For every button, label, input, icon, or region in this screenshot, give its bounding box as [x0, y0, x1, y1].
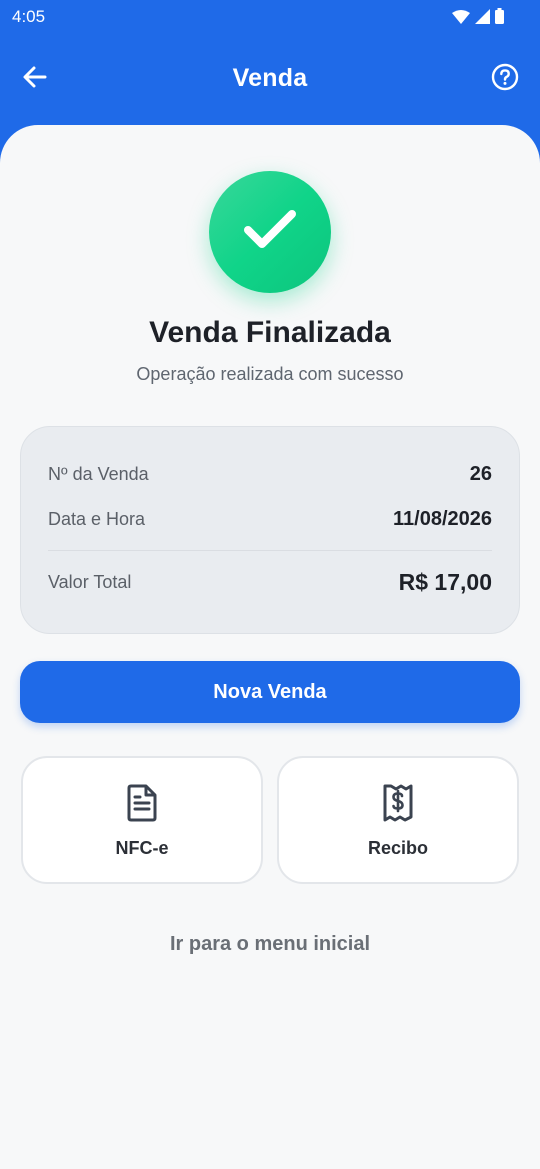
success-badge [209, 171, 331, 293]
sale-number-value: 26 [469, 463, 492, 485]
total-row: Valor Total R$ 17,00 [48, 569, 492, 596]
signal-icon [475, 8, 490, 29]
result-subline: Operação realizada com sucesso [136, 364, 404, 384]
receipt-button[interactable]: Recibo [277, 756, 519, 884]
datetime-row: Data e Hora 11/08/2026 [48, 508, 492, 531]
datetime-label: Data e Hora [48, 509, 146, 529]
datetime-value: 11/08/2026 [393, 508, 492, 530]
nfce-button[interactable]: NFC-e [21, 756, 263, 884]
app-bar: Venda [0, 34, 540, 124]
receipt-label: Recibo [367, 838, 428, 858]
new-sale-button[interactable]: Nova Venda [20, 661, 520, 723]
receipt-icon [382, 784, 414, 827]
status-icons [452, 8, 504, 29]
document-icon [126, 784, 158, 827]
sale-number-row: Nº da Venda 26 [48, 463, 492, 486]
summary-divider [48, 550, 492, 551]
battery-icon [495, 8, 504, 29]
result-headline: Venda Finalizada [149, 316, 391, 349]
content-sheet: Venda Finalizada Operação realizada com … [0, 125, 540, 1169]
help-icon [491, 63, 519, 96]
help-button[interactable] [488, 62, 522, 96]
wifi-icon [452, 9, 470, 29]
home-menu-link[interactable]: Ir para o menu inicial [0, 933, 540, 956]
total-label: Valor Total [48, 572, 132, 592]
sale-summary-card: Nº da Venda 26 Data e Hora 11/08/2026 Va… [20, 426, 520, 634]
nfce-label: NFC-e [115, 838, 169, 858]
page-title: Venda [232, 64, 308, 92]
checkmark-icon [242, 208, 298, 257]
status-bar: 4:05 [0, 0, 540, 34]
sale-number-label: Nº da Venda [48, 464, 149, 484]
total-value: R$ 17,00 [398, 569, 492, 595]
status-time: 4:05 [12, 7, 46, 26]
